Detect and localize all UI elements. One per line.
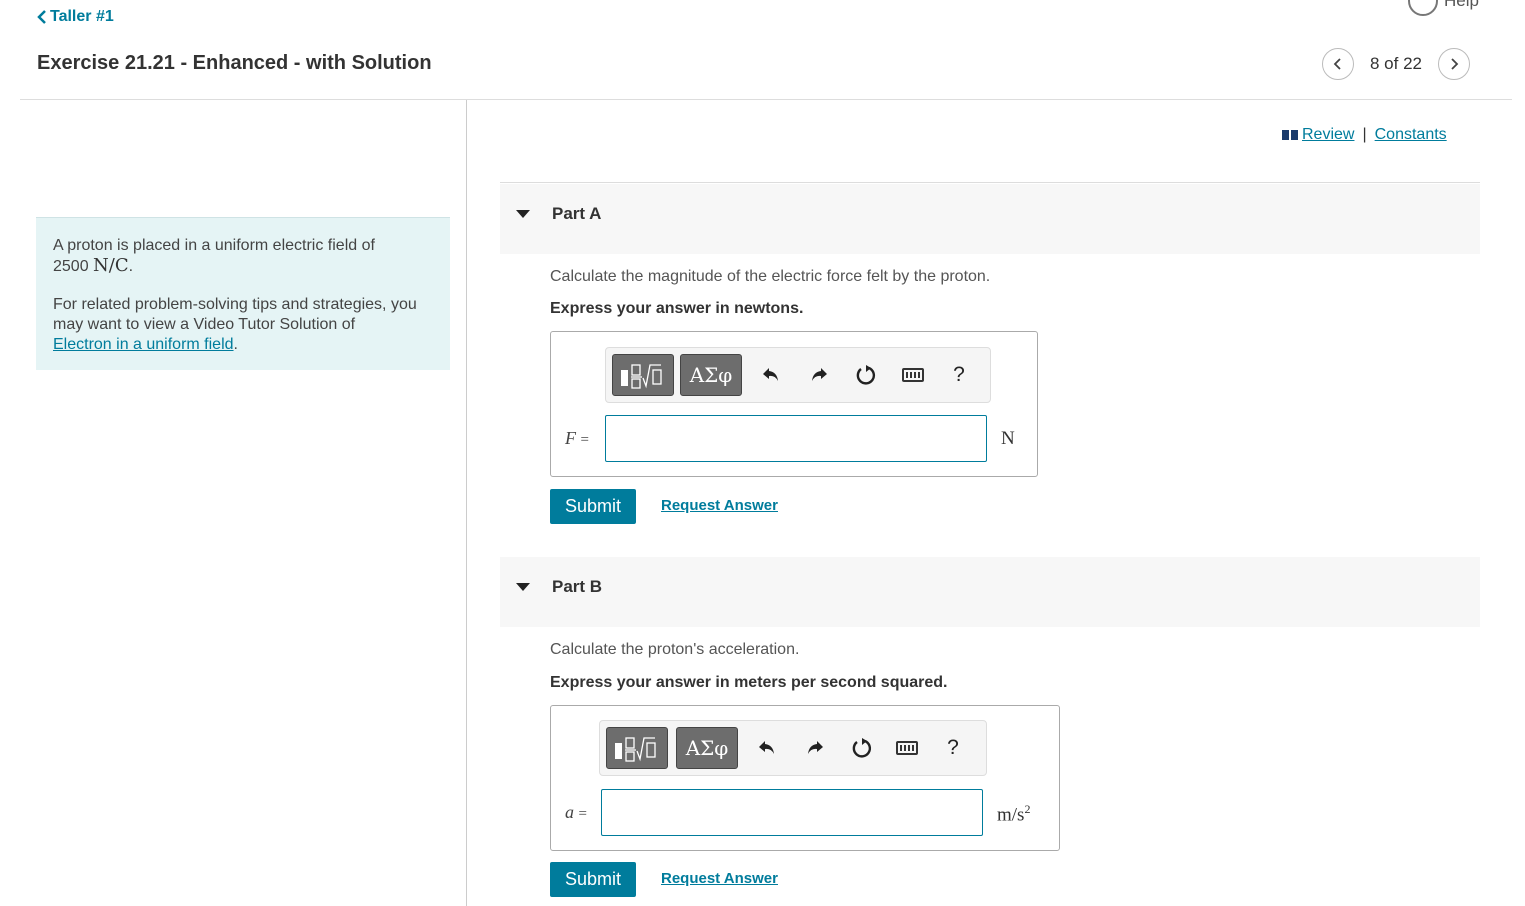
- separator: |: [1362, 126, 1367, 143]
- field-value: 2500: [53, 258, 89, 275]
- part-a-submit-button[interactable]: Submit: [550, 489, 636, 524]
- part-b-request-answer-link[interactable]: Request Answer: [661, 870, 778, 887]
- part-b-submit-button[interactable]: Submit: [550, 862, 636, 897]
- review-constants: Review | Constants: [1282, 126, 1447, 144]
- header-divider: [20, 99, 1512, 100]
- undo-icon[interactable]: [758, 362, 784, 388]
- chevron-left-icon: [1333, 58, 1341, 70]
- part-a-answer-box: ΑΣφ ? F = N: [550, 331, 1038, 477]
- previous-button[interactable]: [1322, 48, 1354, 80]
- part-b-header[interactable]: Part B: [500, 557, 1480, 627]
- column-divider: [466, 100, 467, 906]
- math-toolbar: ΑΣφ ?: [599, 720, 987, 776]
- keyboard-icon[interactable]: [900, 362, 926, 388]
- part-b-answer-input[interactable]: [601, 789, 983, 836]
- part-a-variable-label: F =: [565, 428, 589, 448]
- part-b-title: Part B: [552, 577, 603, 596]
- tip-text: For related problem-solving tips and str…: [53, 296, 417, 353]
- help-icon: [1408, 0, 1438, 16]
- book-icon: [1282, 130, 1298, 140]
- part-b-answer-box: ΑΣφ ? a = m/s2: [550, 705, 1060, 851]
- part-a-question: Calculate the magnitude of the electric …: [550, 268, 991, 285]
- greek-label: ΑΣφ: [689, 363, 733, 387]
- caret-down-icon: [516, 583, 530, 591]
- constants-link[interactable]: Constants: [1375, 126, 1447, 144]
- part-b-instruction: Express your answer in meters per second…: [550, 674, 948, 691]
- next-button[interactable]: [1438, 48, 1470, 80]
- templates-button[interactable]: [612, 354, 674, 396]
- part-a-request-answer-link[interactable]: Request Answer: [661, 497, 778, 514]
- reset-icon[interactable]: [852, 362, 878, 388]
- problem-text: A proton is placed in a uniform electric…: [53, 237, 375, 276]
- caret-down-icon: [516, 210, 530, 218]
- problem-statement: A proton is placed in a uniform electric…: [36, 217, 450, 370]
- reset-icon[interactable]: [848, 735, 874, 761]
- help-button[interactable]: Help: [1408, 0, 1479, 16]
- greek-button[interactable]: ΑΣφ: [680, 354, 742, 396]
- chevron-right-icon: [1451, 58, 1459, 70]
- chevron-left-icon: [37, 10, 46, 24]
- part-b-question: Calculate the proton's acceleration.: [550, 641, 800, 658]
- keyboard-icon[interactable]: [894, 735, 920, 761]
- page-title: Exercise 21.21 - Enhanced - with Solutio…: [37, 52, 432, 74]
- pager-text: 8 of 22: [1370, 54, 1422, 73]
- part-b-variable-label: a =: [565, 802, 587, 822]
- field-unit: N/C: [93, 255, 129, 276]
- redo-icon[interactable]: [802, 735, 828, 761]
- part-a-unit: N: [1001, 428, 1015, 449]
- review-link[interactable]: Review: [1302, 126, 1354, 144]
- video-tutor-link[interactable]: Electron in a uniform field: [53, 336, 234, 353]
- undo-icon[interactable]: [754, 735, 780, 761]
- pager: 8 of 22: [1322, 48, 1470, 80]
- templates-button[interactable]: [606, 727, 668, 769]
- back-link-label: Taller #1: [50, 8, 114, 25]
- math-toolbar: ΑΣφ ?: [605, 347, 991, 403]
- redo-icon[interactable]: [806, 362, 832, 388]
- greek-button[interactable]: ΑΣφ: [676, 727, 738, 769]
- part-a-instruction: Express your answer in newtons.: [550, 300, 804, 317]
- greek-label: ΑΣφ: [685, 736, 729, 760]
- part-b-unit: m/s2: [997, 802, 1031, 826]
- section-divider: [500, 182, 1480, 183]
- part-a-title: Part A: [552, 204, 602, 223]
- help-icon[interactable]: ?: [946, 362, 972, 388]
- part-a-answer-input[interactable]: [605, 415, 987, 462]
- help-icon[interactable]: ?: [940, 735, 966, 761]
- part-a-header[interactable]: Part A: [500, 184, 1480, 254]
- fraction-root-icon: [615, 737, 656, 762]
- back-link[interactable]: Taller #1: [36, 8, 114, 26]
- help-label: Help: [1444, 0, 1479, 10]
- fraction-root-icon: [621, 364, 662, 389]
